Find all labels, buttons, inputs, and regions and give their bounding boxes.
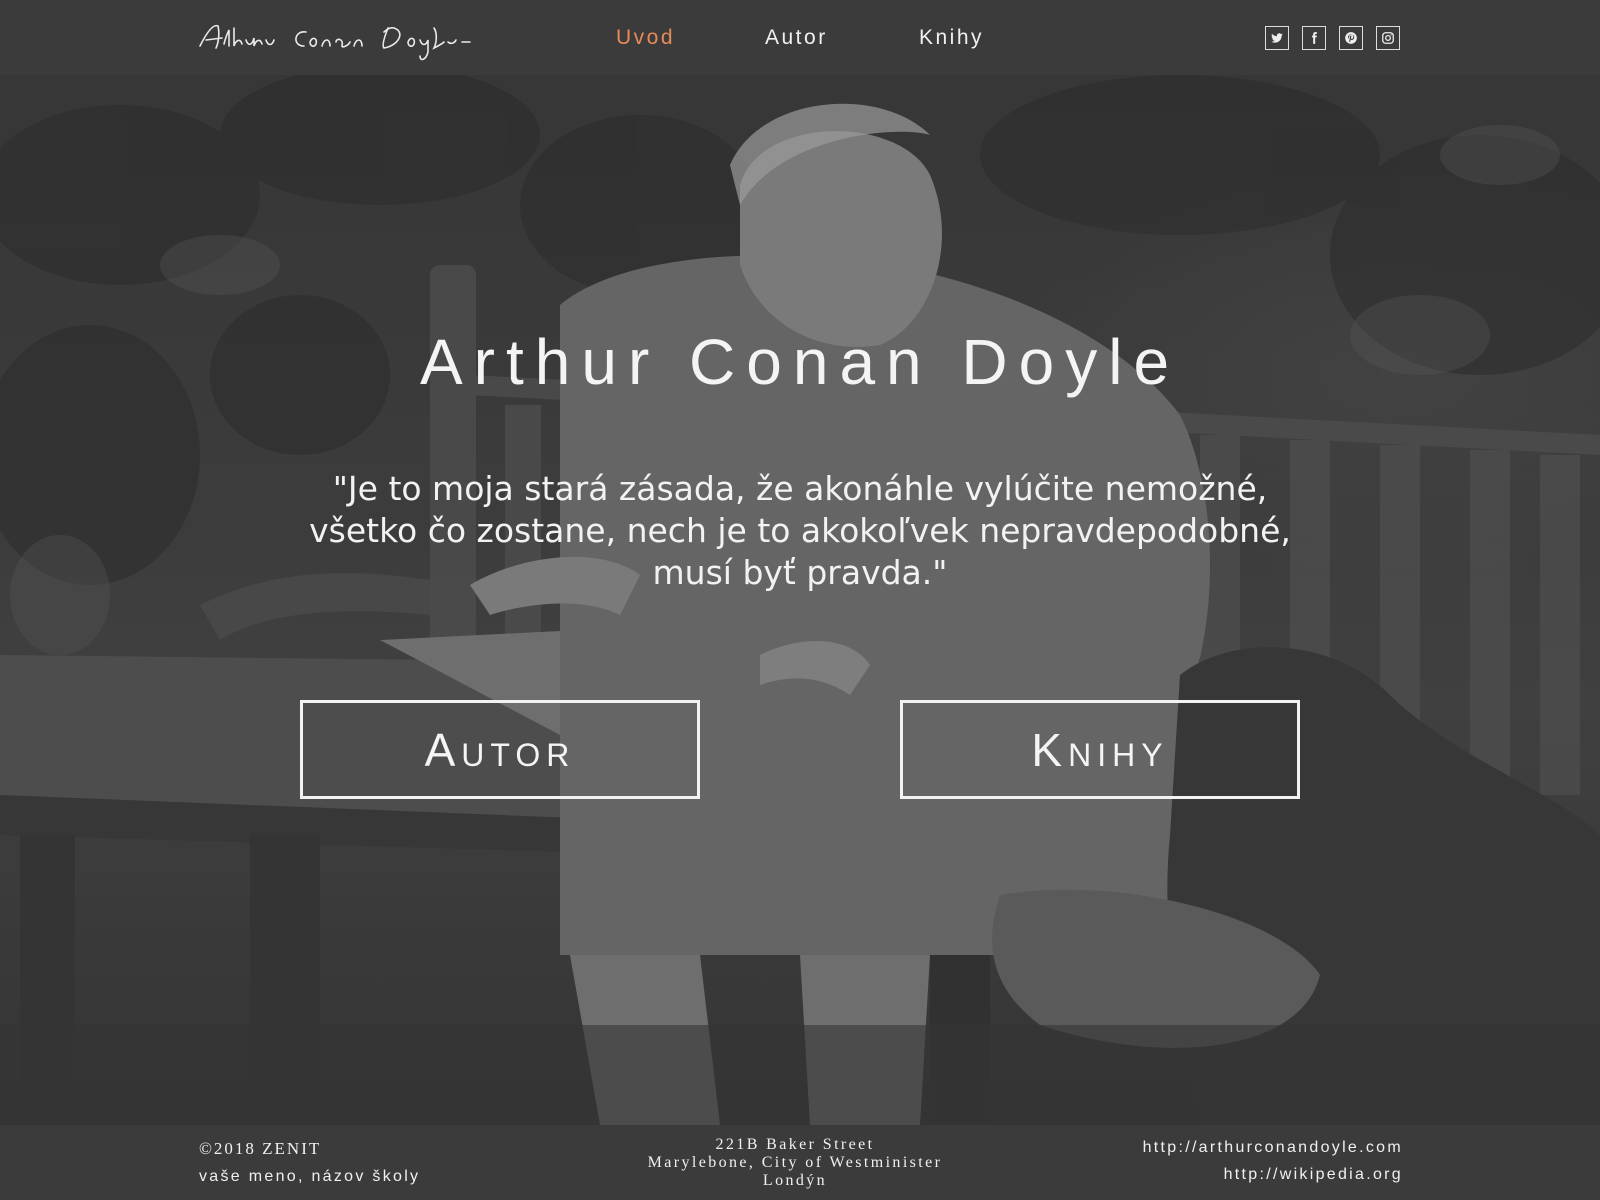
address-line: 221B Baker Street [715,1136,875,1153]
main-nav: Uvod Autor Knihy [616,26,984,50]
hero-dark-overlay [0,75,1600,1125]
hero-title: Arthur Conan Doyle [419,326,1181,398]
twitter-icon[interactable] [1265,26,1289,50]
hero-quote: "Je to moja stará zásada, že akonáhle vy… [250,468,1350,594]
address-line: Marylebone, City of Westminister [647,1154,943,1171]
top-header: Uvod Autor Knihy [0,0,1600,75]
autor-button[interactable]: Autor [300,700,700,799]
nav-link-uvod[interactable]: Uvod [616,26,765,50]
social-links [1265,26,1400,50]
footer-link-wikipedia[interactable]: http://wikipedia.org [1143,1166,1403,1184]
knihy-button[interactable]: Knihy [900,700,1300,799]
facebook-icon[interactable] [1302,26,1326,50]
copyright-text: ©2018 ZENIT [199,1139,322,1158]
signature-logo[interactable] [198,16,473,66]
pinterest-icon[interactable] [1339,26,1363,50]
instagram-icon[interactable] [1376,26,1400,50]
school-text: vaše meno, názov školy [199,1168,421,1185]
page-footer: ©2018 ZENIT vaše meno, názov školy 221B … [0,1125,1600,1200]
footer-links: http://arthurconandoyle.com http://wikip… [1143,1139,1403,1184]
hero-section: Arthur Conan Doyle "Je to moja stará zás… [0,75,1600,1125]
quote-line: "Je to moja stará zásada, že akonáhle vy… [332,469,1268,508]
footer-credits: ©2018 ZENIT vaše meno, názov školy [199,1139,420,1186]
footer-link-arthurconandoyle[interactable]: http://arthurconandoyle.com [1143,1139,1403,1157]
signature-logo-image [199,24,471,61]
nav-link-knihy[interactable]: Knihy [919,26,984,50]
address-line: Londýn [762,1172,828,1189]
footer-address: 221B Baker Street Marylebone, City of We… [600,1136,990,1190]
nav-link-autor[interactable]: Autor [765,26,919,50]
quote-line: musí byť pravda." [652,553,948,592]
quote-line: všetko čo zostane, nech je to akokoľvek … [309,511,1291,550]
